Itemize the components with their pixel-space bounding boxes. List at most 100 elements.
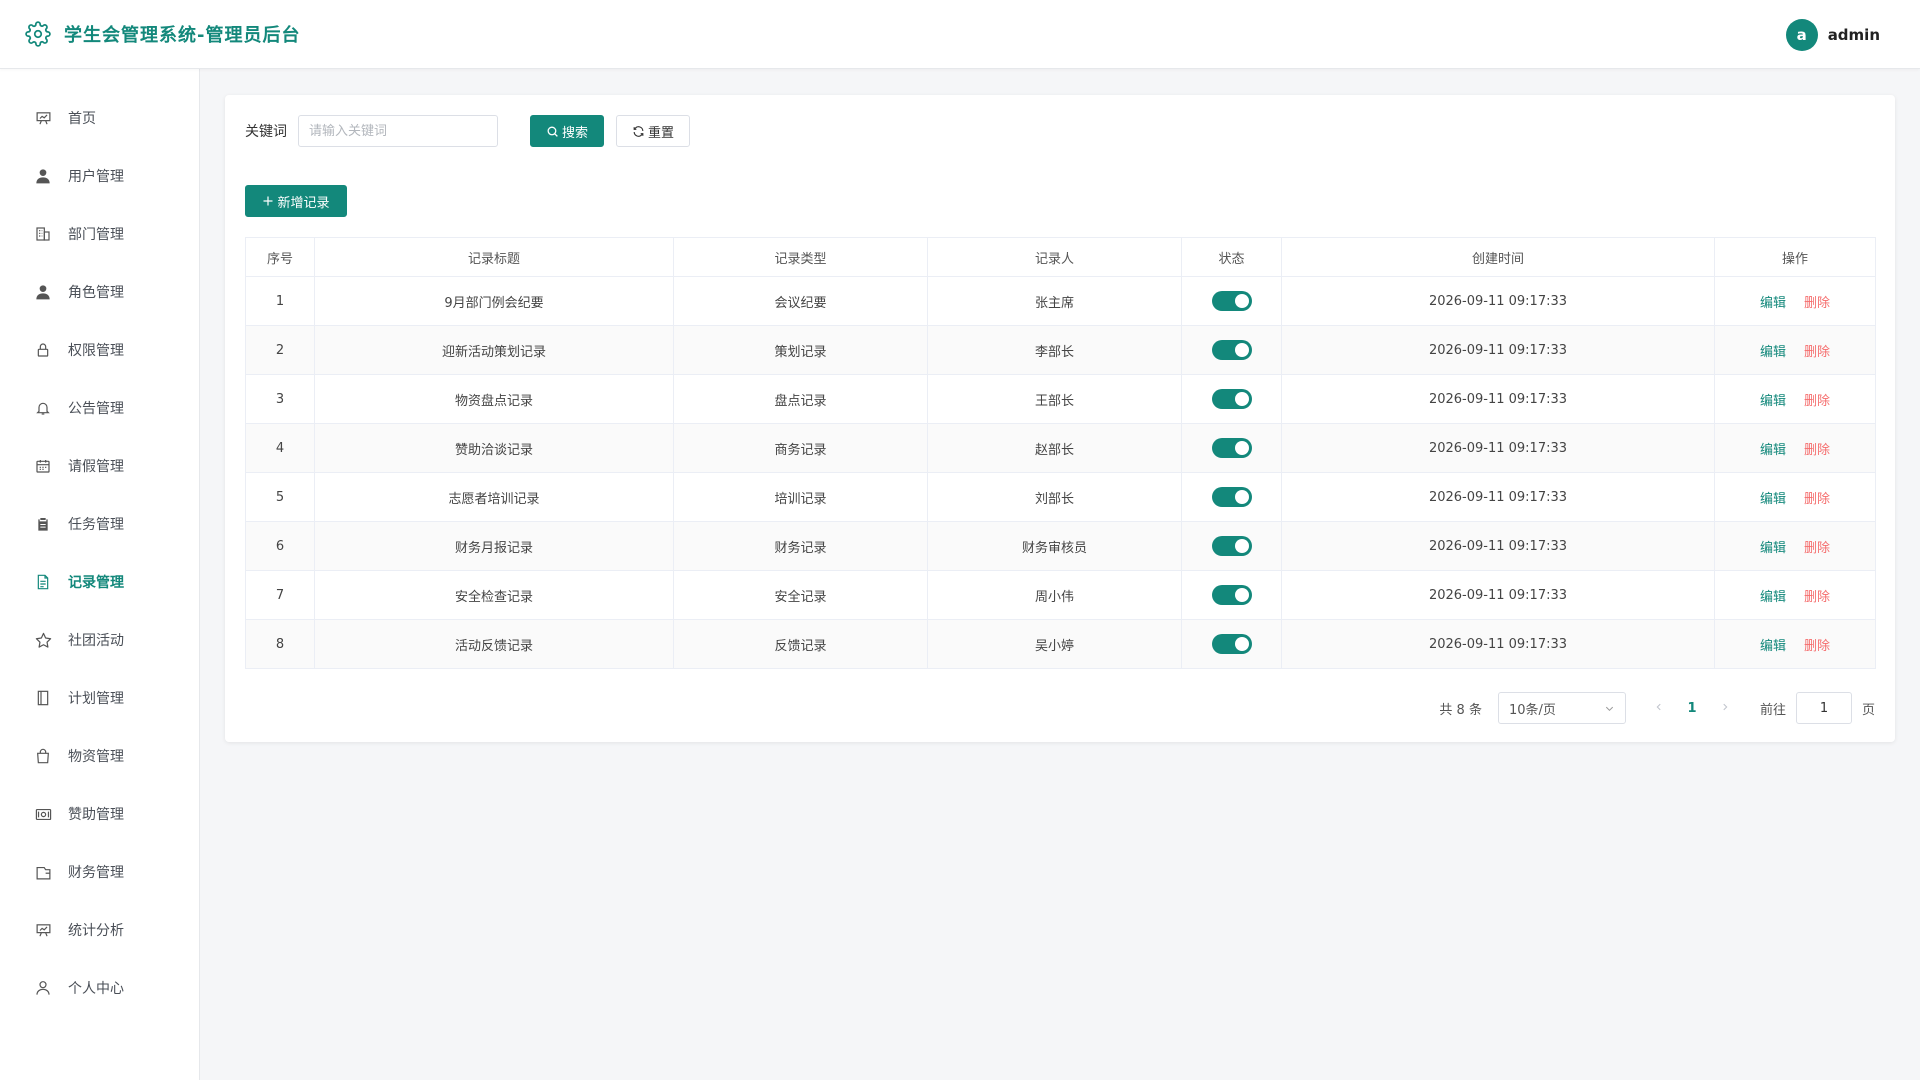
cell-title: 迎新活动策划记录 xyxy=(314,325,674,375)
sidebar-item-label: 社团活动 xyxy=(68,633,124,649)
status-toggle[interactable] xyxy=(1211,291,1252,311)
delete-button[interactable]: 删除 xyxy=(1804,541,1830,556)
search-button[interactable]: 搜索 xyxy=(530,115,604,147)
cell-status xyxy=(1181,570,1282,620)
sidebar-item-departments[interactable]: 部门管理 xyxy=(0,205,199,263)
sidebar-item-home[interactable]: 首页 xyxy=(0,89,199,147)
column-header[interactable]: 记录类型 xyxy=(673,237,928,277)
cell-index: 3 xyxy=(245,374,315,424)
sidebar-item-label: 请假管理 xyxy=(68,459,124,475)
cell-recorder: 赵部长 xyxy=(927,423,1182,473)
status-toggle[interactable] xyxy=(1211,438,1252,458)
status-toggle[interactable] xyxy=(1211,536,1252,556)
delete-button[interactable]: 删除 xyxy=(1804,394,1830,409)
status-toggle[interactable] xyxy=(1211,634,1252,654)
sidebar-item-users[interactable]: 用户管理 xyxy=(0,147,199,205)
delete-button[interactable]: 删除 xyxy=(1804,443,1830,458)
sidebar-item-materials[interactable]: 物资管理 xyxy=(0,727,199,785)
cell-actions: 编辑 删除 xyxy=(1714,374,1876,424)
goto-label: 前往 xyxy=(1759,702,1786,718)
sidebar-item-profile[interactable]: 个人中心 xyxy=(0,959,199,1017)
sidebar-item-label: 首页 xyxy=(68,111,96,127)
plus-icon xyxy=(263,196,273,206)
edit-button[interactable]: 编辑 xyxy=(1760,394,1786,409)
edit-button[interactable]: 编辑 xyxy=(1760,345,1786,360)
cell-type: 商务记录 xyxy=(673,423,928,473)
sidebar: 首页 用户管理 部门管理 角色管理 权限管理 公告管理 请假管理 任务管理 记录… xyxy=(0,69,200,1080)
sidebar-item-label: 个人中心 xyxy=(68,981,124,997)
person-outline-icon xyxy=(34,979,52,997)
cell-created: 2026-09-11 09:17:33 xyxy=(1281,374,1715,424)
edit-button[interactable]: 编辑 xyxy=(1760,492,1786,507)
delete-button[interactable]: 删除 xyxy=(1804,492,1830,507)
page-size-select[interactable]: 10条/页 xyxy=(1497,692,1626,724)
user-icon xyxy=(34,283,52,301)
edit-button[interactable]: 编辑 xyxy=(1760,590,1786,605)
column-header[interactable]: 序号 xyxy=(245,237,315,277)
edit-button[interactable]: 编辑 xyxy=(1760,639,1786,654)
cell-created: 2026-09-11 09:17:33 xyxy=(1281,619,1715,669)
sidebar-item-statistics[interactable]: 统计分析 xyxy=(0,901,199,959)
cell-type: 盘点记录 xyxy=(673,374,928,424)
username[interactable]: admin xyxy=(1828,26,1880,44)
cell-title: 志愿者培训记录 xyxy=(314,472,674,522)
reset-button[interactable]: 重置 xyxy=(616,115,690,147)
sidebar-item-roles[interactable]: 角色管理 xyxy=(0,263,199,321)
cell-actions: 编辑 删除 xyxy=(1714,325,1876,375)
prev-page-button[interactable] xyxy=(1644,701,1674,716)
cell-title: 安全检查记录 xyxy=(314,570,674,620)
status-toggle[interactable] xyxy=(1211,585,1252,605)
page-number[interactable]: 1 xyxy=(1674,701,1710,716)
delete-button[interactable]: 删除 xyxy=(1804,639,1830,654)
sidebar-item-permissions[interactable]: 权限管理 xyxy=(0,321,199,379)
edit-button[interactable]: 编辑 xyxy=(1760,541,1786,556)
edit-button[interactable]: 编辑 xyxy=(1760,443,1786,458)
sidebar-item-tasks[interactable]: 任务管理 xyxy=(0,495,199,553)
cell-created: 2026-09-11 09:17:33 xyxy=(1281,325,1715,375)
clipboard-icon xyxy=(34,515,52,533)
status-toggle[interactable] xyxy=(1211,340,1252,360)
goto-page-input[interactable] xyxy=(1795,692,1852,724)
status-toggle[interactable] xyxy=(1211,389,1252,409)
user-menu[interactable]: a admin xyxy=(1785,0,1880,69)
cell-recorder: 张主席 xyxy=(927,276,1182,326)
refresh-icon xyxy=(633,125,644,137)
keyword-input[interactable] xyxy=(298,115,498,147)
sidebar-item-label: 角色管理 xyxy=(68,285,124,301)
sidebar-item-leave[interactable]: 请假管理 xyxy=(0,437,199,495)
cell-type: 会议纪要 xyxy=(673,276,928,326)
cell-recorder: 周小伟 xyxy=(927,570,1182,620)
sidebar-item-label: 用户管理 xyxy=(68,169,124,185)
add-record-button[interactable]: 新增记录 xyxy=(245,185,347,217)
delete-button[interactable]: 删除 xyxy=(1804,590,1830,605)
edit-button[interactable]: 编辑 xyxy=(1760,296,1786,311)
chart-board-icon xyxy=(34,921,52,939)
sidebar-item-club-activities[interactable]: 社团活动 xyxy=(0,611,199,669)
sidebar-item-plans[interactable]: 计划管理 xyxy=(0,669,199,727)
cell-type: 培训记录 xyxy=(673,472,928,522)
sidebar-item-finance[interactable]: 财务管理 xyxy=(0,843,199,901)
star-icon xyxy=(34,631,52,649)
column-header[interactable]: 创建时间 xyxy=(1281,237,1715,277)
brand: 学生会管理系统-管理员后台 xyxy=(24,20,300,48)
cell-index: 5 xyxy=(245,472,315,522)
sidebar-item-records[interactable]: 记录管理 xyxy=(0,553,199,611)
avatar[interactable]: a xyxy=(1785,18,1818,51)
reset-button-label: 重置 xyxy=(647,125,674,141)
cell-title: 9月部门例会纪要 xyxy=(314,276,674,326)
status-toggle[interactable] xyxy=(1211,487,1252,507)
wallet-icon xyxy=(34,863,52,881)
cell-title: 物资盘点记录 xyxy=(314,374,674,424)
column-header[interactable]: 状态 xyxy=(1181,237,1282,277)
next-page-button[interactable] xyxy=(1710,701,1740,716)
cell-title: 赞助洽谈记录 xyxy=(314,423,674,473)
delete-button[interactable]: 删除 xyxy=(1804,296,1830,311)
sidebar-item-sponsorship[interactable]: 赞助管理 xyxy=(0,785,199,843)
keyword-label: 关键词 xyxy=(245,124,287,140)
column-header[interactable]: 记录标题 xyxy=(314,237,674,277)
sidebar-item-announcements[interactable]: 公告管理 xyxy=(0,379,199,437)
money-icon xyxy=(34,805,52,823)
delete-button[interactable]: 删除 xyxy=(1804,345,1830,360)
cell-actions: 编辑 删除 xyxy=(1714,276,1876,326)
column-header[interactable]: 记录人 xyxy=(927,237,1182,277)
